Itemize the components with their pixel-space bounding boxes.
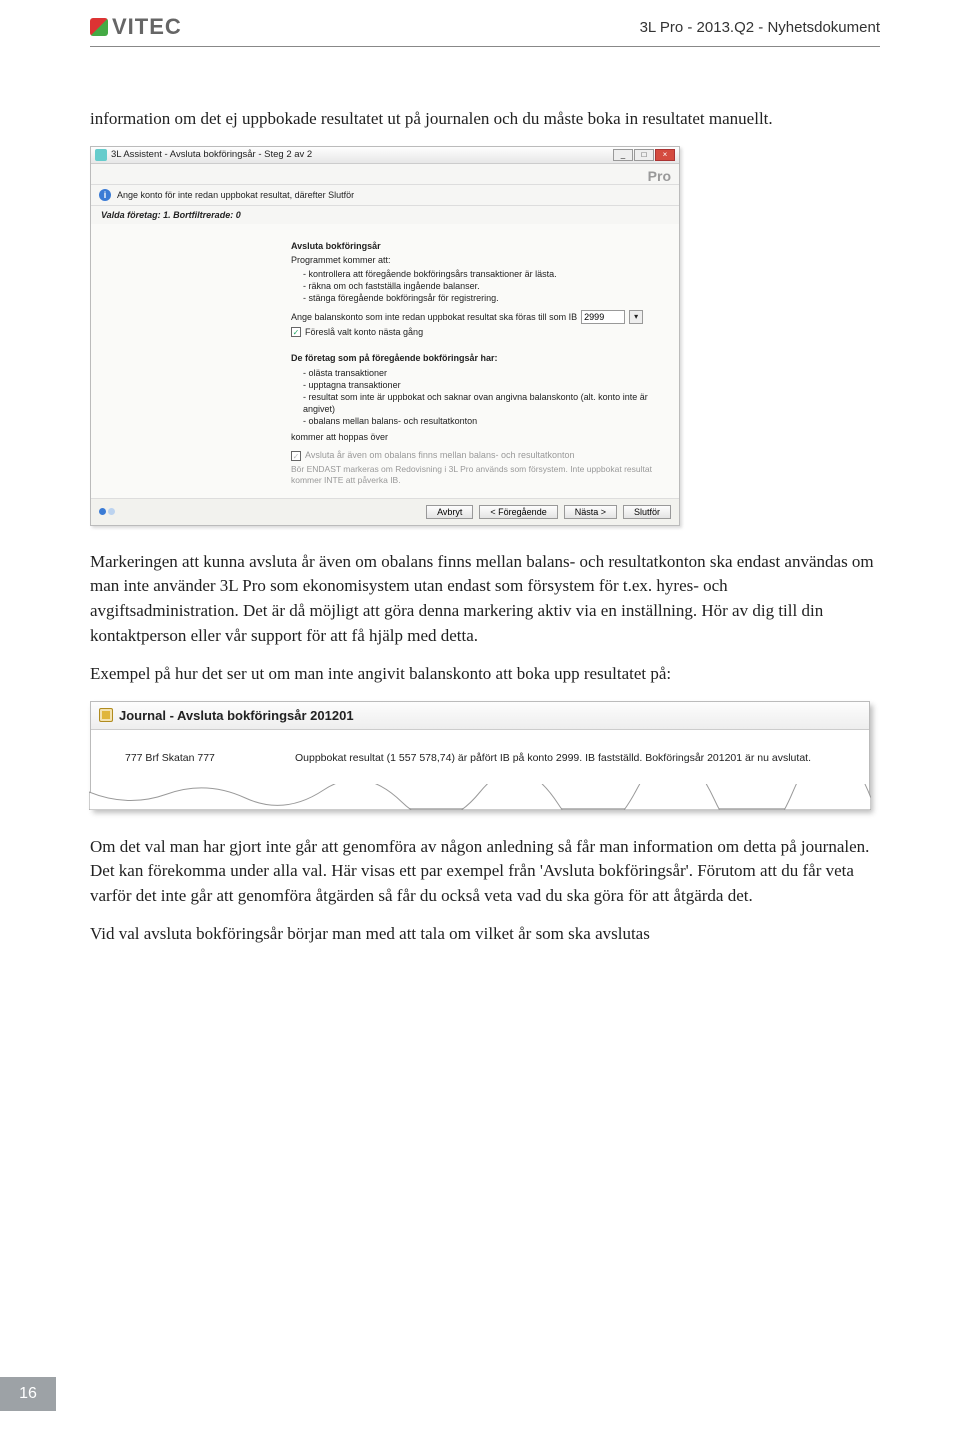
list-item: olästa transaktioner xyxy=(303,367,669,379)
list-item: obalans mellan balans- och resultatkonto… xyxy=(303,415,669,427)
step-dot xyxy=(99,508,106,515)
wizard-app-icon xyxy=(95,149,107,161)
journal-icon xyxy=(99,708,113,722)
torn-edge-decoration xyxy=(89,784,871,810)
checkbox-icon: ✓ xyxy=(291,451,301,461)
wizard-grey-note: Bör ENDAST markeras om Redovisning i 3L … xyxy=(291,464,669,486)
previous-button[interactable]: < Föregående xyxy=(479,505,557,519)
paragraph-1: information om det ej uppbokade resultat… xyxy=(90,107,880,132)
journal-company-cell: 777 Brf Skatan 777 xyxy=(125,752,245,766)
propose-checkbox-row[interactable]: ✓ Föreslå valt konto nästa gång xyxy=(291,326,669,338)
propose-checkbox-label: Föreslå valt konto nästa gång xyxy=(305,326,423,338)
step-dot xyxy=(108,508,115,515)
document-header: VITEC 3L Pro - 2013.Q2 - Nyhetsdokument xyxy=(90,0,880,47)
balance-account-dropdown[interactable]: ▾ xyxy=(629,310,643,324)
info-icon: i xyxy=(99,189,111,201)
minimize-button[interactable]: _ xyxy=(613,149,633,161)
next-button[interactable]: Nästa > xyxy=(564,505,617,519)
paragraph-3: Exempel på hur det ser ut om man inte an… xyxy=(90,662,880,687)
checkbox-icon: ✓ xyxy=(291,327,301,337)
vitec-logo-icon xyxy=(90,18,108,36)
paragraph-4: Om det val man har gjort inte går att ge… xyxy=(90,835,880,909)
list-item: kontrollera att föregående bokföringsårs… xyxy=(303,268,669,280)
wizard-selected-summary: Valda företag: 1. Bortfiltrerade: 0 xyxy=(91,206,679,224)
close-unbalanced-label: Avsluta år även om obalans finns mellan … xyxy=(305,449,575,461)
wizard-sectionb-list: olästa transaktioner upptagna transaktio… xyxy=(291,367,669,428)
maximize-button[interactable]: □ xyxy=(634,149,654,161)
wizard-program-intro: Programmet kommer att: xyxy=(291,254,669,266)
wizard-program-list: kontrollera att föregående bokföringsårs… xyxy=(291,268,669,304)
close-button[interactable]: × xyxy=(655,149,675,161)
journal-row: 777 Brf Skatan 777 Ouppbokat resultat (1… xyxy=(91,730,869,780)
cancel-button[interactable]: Avbryt xyxy=(426,505,473,519)
balance-account-label: Ange balanskonto som inte redan uppbokat… xyxy=(291,311,577,323)
wizard-step-dots xyxy=(99,508,115,515)
journal-window: Journal - Avsluta bokföringsår 201201 77… xyxy=(90,701,870,809)
wizard-brand: Pro xyxy=(91,164,679,185)
wizard-section-a-title: Avsluta bokföringsår xyxy=(291,240,669,252)
wizard-hop-line: kommer att hoppas över xyxy=(291,431,669,443)
journal-title: Journal - Avsluta bokföringsår 201201 xyxy=(119,708,354,723)
journal-titlebar: Journal - Avsluta bokföringsår 201201 xyxy=(91,702,869,730)
balance-account-row: Ange balanskonto som inte redan uppbokat… xyxy=(291,310,669,324)
wizard-info-bar: i Ange konto för inte redan uppbokat res… xyxy=(91,185,679,206)
journal-message-cell: Ouppbokat resultat (1 557 578,74) är påf… xyxy=(295,752,835,766)
vitec-logo-text: VITEC xyxy=(112,14,182,40)
vitec-logo: VITEC xyxy=(90,14,182,40)
wizard-window: 3L Assistent - Avsluta bokföringsår - St… xyxy=(90,146,680,526)
wizard-footer: Avbryt < Föregående Nästa > Slutför xyxy=(91,498,679,525)
close-unbalanced-checkbox-row[interactable]: ✓ Avsluta år även om obalans finns mella… xyxy=(291,449,669,461)
document-title: 3L Pro - 2013.Q2 - Nyhetsdokument xyxy=(640,19,880,36)
paragraph-5: Vid val avsluta bokföringsår börjar man … xyxy=(90,922,880,947)
balance-account-input[interactable] xyxy=(581,310,625,324)
window-buttons: _ □ × xyxy=(613,149,675,161)
list-item: räkna om och fastställa ingående balanse… xyxy=(303,280,669,292)
wizard-body: Avsluta bokföringsår Programmet kommer a… xyxy=(91,224,679,498)
wizard-section-b-title: De företag som på föregående bokföringså… xyxy=(291,352,669,364)
wizard-info-text: Ange konto för inte redan uppbokat resul… xyxy=(117,190,354,200)
wizard-titlebar: 3L Assistent - Avsluta bokföringsår - St… xyxy=(91,147,679,164)
list-item: resultat som inte är uppbokat och saknar… xyxy=(303,391,669,415)
page-number: 16 xyxy=(19,1385,37,1403)
list-item: upptagna transaktioner xyxy=(303,379,669,391)
list-item: stänga föregående bokföringsår för regis… xyxy=(303,292,669,304)
finish-button[interactable]: Slutför xyxy=(623,505,671,519)
wizard-title: 3L Assistent - Avsluta bokföringsår - St… xyxy=(111,149,312,160)
page-number-badge: 16 xyxy=(0,1377,56,1411)
paragraph-2: Markeringen att kunna avsluta år även om… xyxy=(90,550,880,649)
